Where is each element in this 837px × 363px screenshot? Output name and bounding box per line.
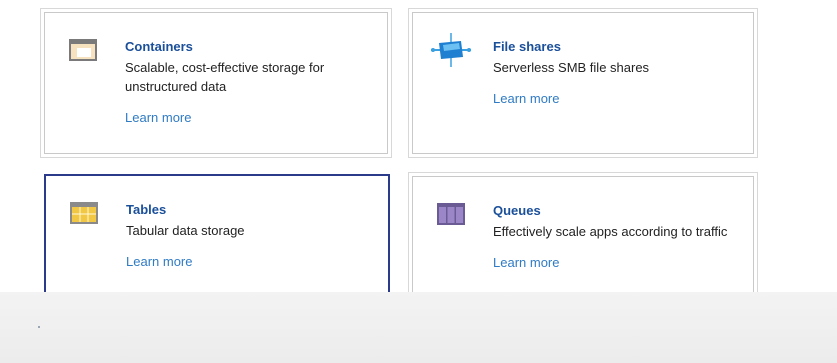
tables-icon [70, 202, 98, 224]
card-description: Effectively scale apps according to traf… [493, 224, 728, 239]
card-title[interactable]: File shares [493, 39, 741, 55]
containers-icon [69, 39, 97, 61]
card-title[interactable]: Tables [126, 202, 376, 218]
learn-more-link[interactable]: Learn more [493, 255, 741, 271]
file-shares-card[interactable]: File shares Serverless SMB file shares L… [412, 12, 754, 154]
learn-more-link[interactable]: Learn more [126, 254, 376, 270]
card-description: Tabular data storage [126, 223, 245, 238]
queues-icon [437, 203, 465, 225]
learn-more-link[interactable]: Learn more [125, 110, 375, 126]
containers-card[interactable]: Containers Scalable, cost-effective stor… [44, 12, 388, 154]
card-description: Scalable, cost-effective storage for uns… [125, 60, 325, 94]
stray-dot [38, 326, 40, 328]
file-shares-icon [431, 33, 471, 67]
card-description: Serverless SMB file shares [493, 60, 650, 75]
card-title[interactable]: Queues [493, 203, 741, 219]
learn-more-link[interactable]: Learn more [493, 91, 741, 107]
bottom-band [0, 292, 837, 363]
card-title[interactable]: Containers [125, 39, 375, 55]
